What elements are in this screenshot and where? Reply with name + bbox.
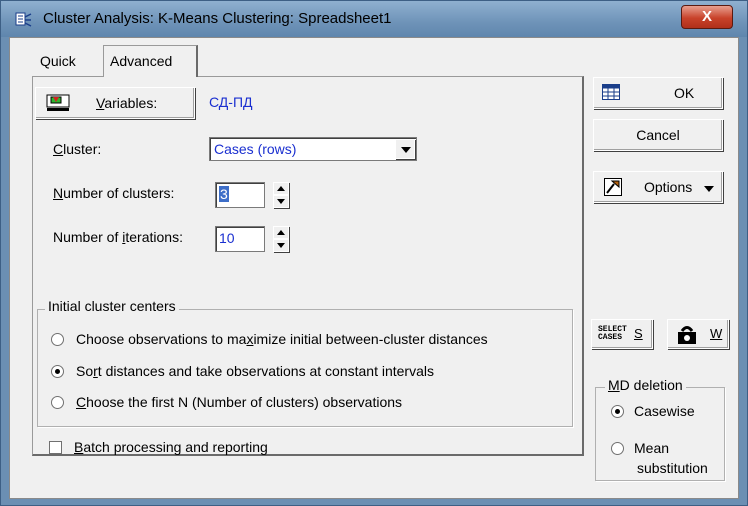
options-icon (604, 178, 622, 196)
weight-key: W (710, 326, 723, 341)
num-iterations-input[interactable]: 10 (215, 226, 265, 252)
weight-icon (678, 326, 696, 344)
num-iterations-label: Number of iterations: (53, 229, 183, 245)
num-iterations-spinner[interactable] (273, 226, 289, 252)
close-icon: X (701, 8, 712, 25)
spin-down-icon[interactable] (273, 195, 289, 208)
chevron-down-icon (704, 186, 714, 192)
batch-processing-checkbox[interactable]: Batch processing and reporting (49, 439, 268, 455)
md-deletion-title: MD deletion (605, 377, 686, 393)
ok-label: OK (674, 85, 695, 101)
tab-advanced[interactable]: Advanced (103, 45, 198, 77)
select-cases-icon: SELECT CASES (598, 325, 627, 342)
variables-value: СД-ПД (209, 94, 253, 110)
radio-label: Sort distances and take observations at … (76, 363, 434, 379)
num-clusters-spinner[interactable] (273, 182, 289, 208)
title-bar[interactable]: Cluster Analysis: K-Means Clustering: Sp… (1, 1, 747, 37)
window-title: Cluster Analysis: K-Means Clustering: Sp… (43, 10, 392, 27)
num-clusters-value: 3 (219, 186, 229, 202)
variables-icon (46, 94, 70, 111)
cluster-select-value: Cases (rows) (214, 141, 297, 157)
mean-substitution-label-line2: substitution (637, 460, 708, 476)
chevron-down-icon[interactable] (395, 139, 415, 159)
num-clusters-input[interactable]: 3 (215, 182, 265, 208)
num-clusters-label: Number of clusters: (53, 185, 175, 201)
spin-up-icon[interactable] (273, 226, 289, 239)
ok-button[interactable]: OK (593, 77, 723, 109)
radio-first-n[interactable]: Choose the first N (Number of clusters) … (51, 394, 402, 410)
tab-advanced-label: Advanced (110, 53, 173, 69)
tab-quick-label: Quick (40, 53, 76, 69)
radio-label: Choose observations to maximize initial … (76, 331, 488, 347)
radio-label: Mean (634, 440, 670, 456)
radio-casewise[interactable]: Casewise (611, 403, 695, 419)
app-icon (15, 12, 32, 27)
options-button[interactable]: Options (593, 171, 723, 203)
radio-label: Choose the first N (Number of clusters) … (76, 394, 403, 410)
variables-button[interactable]: Variables: (35, 87, 195, 119)
radio-mean-substitution[interactable]: Mean (611, 440, 669, 456)
radio-button[interactable] (51, 333, 64, 346)
tab-quick[interactable]: Quick (34, 48, 82, 76)
options-label: Options (644, 179, 693, 195)
radio-label: Casewise (634, 403, 695, 419)
cluster-label: Cluster: (53, 141, 102, 157)
weight-button[interactable]: W (667, 319, 729, 349)
cancel-button[interactable]: Cancel (593, 119, 723, 151)
spreadsheet-icon (602, 84, 620, 100)
radio-sort-distances[interactable]: Sort distances and take observations at … (51, 363, 434, 379)
batch-processing-label: Batch processing and reporting (74, 439, 268, 455)
close-button[interactable]: X (681, 5, 733, 29)
cancel-label: Cancel (636, 127, 680, 143)
radio-button[interactable] (611, 405, 624, 418)
radio-button[interactable] (51, 396, 64, 409)
select-cases-button[interactable]: SELECT CASES S (591, 319, 653, 349)
spin-down-icon[interactable] (273, 239, 289, 252)
variables-label: Variables: (96, 95, 158, 111)
cluster-select[interactable]: Cases (rows) (209, 137, 417, 161)
select-cases-key: S (634, 326, 643, 341)
dialog-window: Cluster Analysis: K-Means Clustering: Sp… (0, 0, 748, 506)
initial-centers-title: Initial cluster centers (45, 298, 179, 314)
num-iterations-value: 10 (219, 230, 235, 246)
radio-button[interactable] (51, 365, 64, 378)
checkbox[interactable] (49, 441, 62, 454)
radio-button[interactable] (611, 442, 624, 455)
radio-maximize-distances[interactable]: Choose observations to maximize initial … (51, 331, 488, 347)
spin-up-icon[interactable] (273, 182, 289, 195)
